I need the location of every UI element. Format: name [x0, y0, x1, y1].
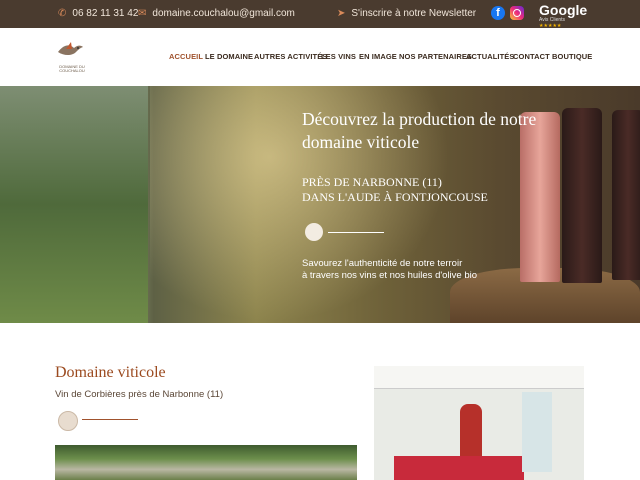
- hero-tagline-line1: Savourez l'authenticité de notre terroir: [302, 258, 463, 269]
- section-subtitle: Vin de Corbières près de Narbonne (11): [55, 389, 224, 400]
- phone-icon: ✆: [58, 8, 67, 19]
- hero-tagline: Savourez l'authenticité de notre terroir…: [302, 258, 542, 282]
- mail-icon: ✉: [138, 8, 147, 19]
- instagram-icon[interactable]: [510, 6, 524, 20]
- vineyard-photo: [55, 445, 357, 480]
- bird-logo-icon: [58, 42, 83, 55]
- logo-text: DOMAINE DU COUCHALOU: [59, 64, 85, 73]
- nav-nos-partenaires[interactable]: NOS PARTENAIRES: [399, 52, 472, 61]
- phone-contact[interactable]: ✆ 06 82 11 31 42: [58, 7, 138, 21]
- market-stall-photo: [374, 366, 584, 480]
- hero-location: PRÈS DE NARBONNE (11) DANS L'AUDE À FONT…: [302, 175, 542, 205]
- site-header: DOMAINE DU COUCHALOU ACCUEIL LE DOMAINE …: [0, 28, 640, 87]
- section-title: Domaine viticole: [55, 364, 166, 381]
- nav-actualites[interactable]: ACTUALITÉS: [466, 52, 515, 61]
- facebook-icon[interactable]: f: [491, 6, 505, 20]
- nav-en-image[interactable]: EN IMAGE: [359, 52, 397, 61]
- top-bar: ✆ 06 82 11 31 42 ✉ domaine.couchalou@gmail…: [0, 0, 640, 29]
- phone-number: 06 82 11 31 42: [72, 8, 139, 19]
- send-icon: ➤: [337, 8, 346, 19]
- email-contact[interactable]: ✉ domaine.couchalou@gmail.com: [138, 7, 295, 21]
- vineyard-photo-left: [0, 86, 148, 323]
- hero-banner: Découvrez la production de notre domaine…: [0, 86, 640, 323]
- hero-title: Découvrez la production de notre domaine…: [302, 109, 537, 152]
- domain-emblem-icon: [305, 223, 323, 241]
- hero-location-line1: PRÈS DE NARBONNE (11): [302, 175, 442, 189]
- red-wine-bottle: [562, 108, 602, 283]
- newsletter-label: S'inscrire à notre Newsletter: [351, 8, 477, 19]
- red-wine-bottle-2: [612, 110, 640, 280]
- divider-line: [328, 232, 384, 233]
- nav-accueil[interactable]: ACCUEIL: [169, 52, 203, 61]
- stall-banner: [522, 392, 552, 472]
- nav-les-vins[interactable]: LES VINS: [321, 52, 356, 61]
- nav-autres-activites[interactable]: AUTRES ACTIVITÉS: [254, 52, 327, 61]
- site-logo[interactable]: DOMAINE DU COUCHALOU: [56, 40, 88, 74]
- google-reviews-badge[interactable]: Google Avis Clients ★★★★★: [539, 2, 588, 29]
- google-logo: Google: [539, 2, 588, 18]
- section-divider: [82, 419, 138, 420]
- newsletter-link[interactable]: ➤ S'inscrire à notre Newsletter: [337, 7, 476, 21]
- section-emblem-icon: [58, 411, 78, 431]
- tent-canopy: [374, 366, 584, 389]
- nav-boutique[interactable]: BOUTIQUE: [552, 52, 592, 61]
- nav-le-domaine[interactable]: LE DOMAINE: [205, 52, 253, 61]
- nav-contact[interactable]: CONTACT: [513, 52, 550, 61]
- vendor-figure: [460, 404, 482, 464]
- email-address: domaine.couchalou@gmail.com: [152, 8, 295, 19]
- hero-location-line2: DANS L'AUDE À FONTJONCOUSE: [302, 190, 488, 204]
- hero-tagline-line2: à travers nos vins et nos huiles d'olive…: [302, 270, 478, 281]
- stall-table: [394, 456, 524, 480]
